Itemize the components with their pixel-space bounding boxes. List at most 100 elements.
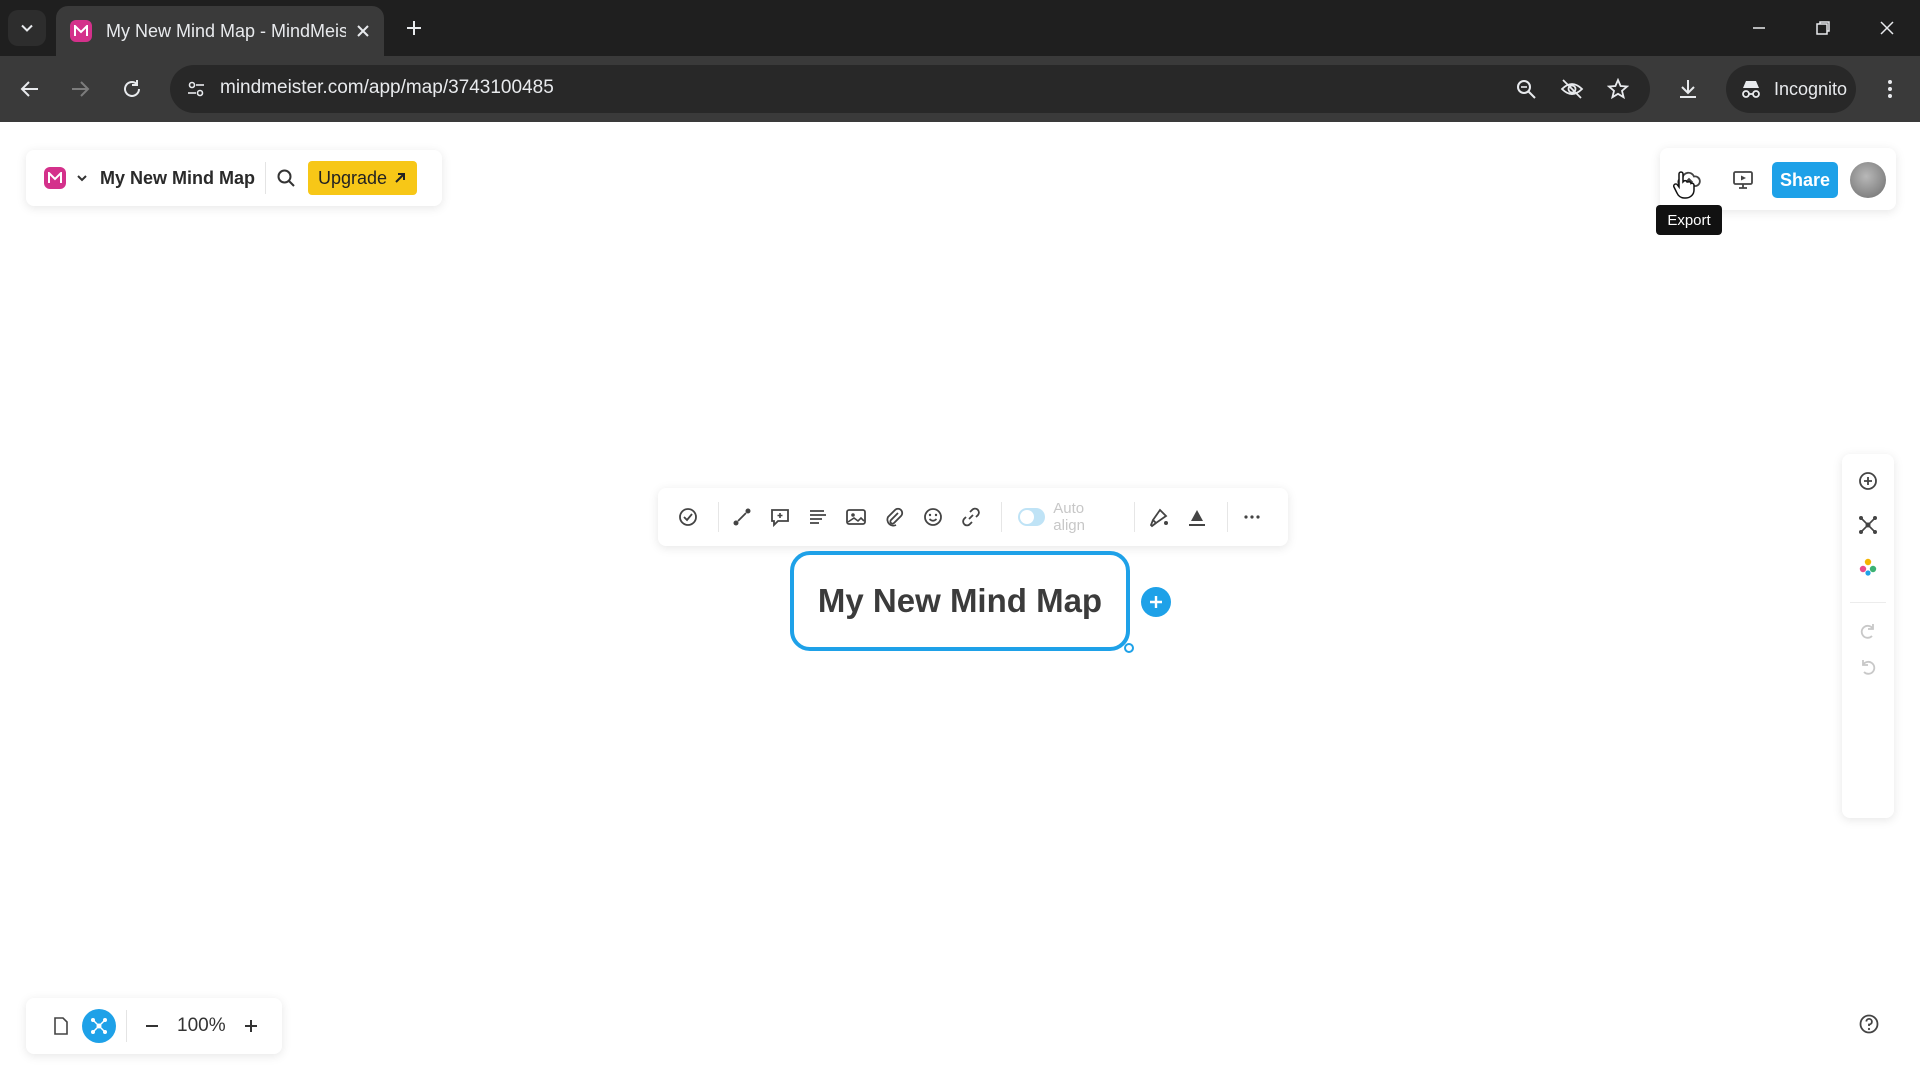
more-options-button[interactable] bbox=[1236, 500, 1267, 534]
undo-button[interactable] bbox=[1853, 652, 1883, 682]
reload-button[interactable] bbox=[116, 73, 148, 105]
connect-button[interactable] bbox=[727, 500, 758, 534]
kebab-menu-icon bbox=[1888, 80, 1892, 98]
export-tooltip: Export bbox=[1656, 205, 1722, 235]
user-avatar[interactable] bbox=[1850, 162, 1886, 198]
outline-view-icon bbox=[54, 1017, 68, 1035]
root-topic-label[interactable]: My New Mind Map bbox=[818, 582, 1102, 620]
incognito-badge[interactable]: Incognito bbox=[1726, 65, 1856, 113]
share-button[interactable]: Share bbox=[1772, 162, 1838, 198]
image-button[interactable] bbox=[841, 500, 872, 534]
link-icon bbox=[961, 507, 980, 527]
browser-menu-button[interactable] bbox=[1874, 73, 1906, 105]
incognito-icon bbox=[1742, 81, 1760, 98]
back-button[interactable] bbox=[14, 73, 46, 105]
arrow-right-icon bbox=[72, 81, 90, 97]
add-topic-icon bbox=[1859, 472, 1877, 490]
help-icon bbox=[1859, 1014, 1879, 1034]
node-toolbar: Auto align bbox=[658, 488, 1288, 546]
auto-align-toggle[interactable] bbox=[1017, 508, 1046, 526]
emoji-button[interactable] bbox=[917, 500, 948, 534]
map-title[interactable]: My New Mind Map bbox=[100, 168, 255, 189]
image-icon bbox=[846, 509, 867, 525]
zoom-out-icon bbox=[146, 1025, 158, 1027]
tab-search-button[interactable] bbox=[8, 10, 46, 46]
forward-button[interactable] bbox=[64, 73, 96, 105]
tab-title: My New Mind Map - MindMeister bbox=[106, 20, 346, 41]
more-icon bbox=[1243, 515, 1260, 519]
undo-icon bbox=[1862, 660, 1876, 675]
node-resize-handle[interactable] bbox=[1124, 643, 1134, 653]
theme-icon bbox=[1859, 558, 1877, 576]
notes-button[interactable] bbox=[803, 500, 834, 534]
star-icon bbox=[1607, 78, 1629, 100]
omnibox[interactable]: mindmeister.com/app/map/3743100485 bbox=[170, 65, 1650, 113]
close-icon bbox=[1880, 21, 1894, 35]
zoom-in-icon bbox=[244, 1020, 257, 1032]
redo-button[interactable] bbox=[1853, 616, 1883, 646]
mindmap-view-icon bbox=[91, 1018, 107, 1034]
text-color-button[interactable] bbox=[1181, 500, 1212, 534]
layout-icon bbox=[1859, 516, 1877, 534]
view-zoom-controls: 100% bbox=[26, 998, 282, 1054]
add-child-topic-button[interactable] bbox=[1141, 587, 1171, 617]
browser-address-bar: mindmeister.com/app/map/3743100485 Incog… bbox=[0, 56, 1920, 122]
mindmap-view-button[interactable] bbox=[82, 1009, 116, 1043]
root-topic-node[interactable]: My New Mind Map bbox=[790, 551, 1130, 651]
toolbar-divider bbox=[1134, 502, 1136, 532]
link-button[interactable] bbox=[955, 500, 986, 534]
style-button[interactable] bbox=[1143, 500, 1174, 534]
panel-divider bbox=[1850, 602, 1886, 603]
present-button[interactable] bbox=[1728, 165, 1758, 195]
minimize-window-button[interactable] bbox=[1742, 12, 1776, 44]
mindmap-canvas[interactable]: My New Mind Map Upgrade Share Export Aut… bbox=[0, 122, 1920, 1077]
attachment-button[interactable] bbox=[879, 500, 910, 534]
browser-tab-active[interactable]: My New Mind Map - MindMeister bbox=[56, 6, 384, 56]
chevron-down-icon bbox=[21, 24, 33, 32]
redo-icon bbox=[1860, 624, 1874, 639]
bookmark-button[interactable] bbox=[1606, 77, 1630, 101]
search-icon[interactable] bbox=[276, 168, 296, 188]
map-header: My New Mind Map Upgrade bbox=[26, 150, 442, 206]
download-icon bbox=[1680, 80, 1696, 98]
comment-icon bbox=[771, 509, 790, 528]
incognito-label: Incognito bbox=[1774, 78, 1848, 99]
chevron-down-icon[interactable] bbox=[76, 172, 88, 184]
zoom-indicator-button[interactable] bbox=[1514, 77, 1538, 101]
add-topic-button[interactable] bbox=[1853, 466, 1883, 496]
restore-window-button[interactable] bbox=[1806, 12, 1840, 44]
toolbar-divider bbox=[718, 502, 719, 532]
help-button[interactable] bbox=[1853, 1008, 1885, 1040]
notes-icon bbox=[810, 510, 827, 524]
zoom-level[interactable]: 100% bbox=[177, 1015, 226, 1037]
upgrade-label: Upgrade bbox=[318, 167, 388, 188]
new-tab-button[interactable] bbox=[398, 12, 430, 44]
theme-button[interactable] bbox=[1853, 552, 1883, 582]
right-tool-panel bbox=[1842, 454, 1894, 818]
zoom-out-button[interactable] bbox=[137, 1011, 167, 1041]
downloads-button[interactable] bbox=[1672, 73, 1704, 105]
task-button[interactable] bbox=[672, 500, 703, 534]
comment-button[interactable] bbox=[765, 500, 796, 534]
site-info-button[interactable] bbox=[180, 73, 212, 105]
mindmeister-favicon-icon bbox=[70, 20, 92, 42]
hand-cursor-icon bbox=[1673, 171, 1695, 199]
connect-icon bbox=[733, 508, 751, 526]
tab-close-button[interactable] bbox=[356, 24, 370, 38]
zoom-in-button[interactable] bbox=[236, 1011, 266, 1041]
text-color-icon bbox=[1188, 510, 1205, 526]
tracking-protection-button[interactable] bbox=[1560, 77, 1584, 101]
outline-view-button[interactable] bbox=[44, 1009, 78, 1043]
minimize-icon bbox=[1753, 27, 1765, 29]
emoji-icon bbox=[923, 508, 942, 526]
attachment-icon bbox=[887, 507, 904, 527]
toolbar-divider bbox=[1227, 502, 1228, 532]
browser-tab-bar: My New Mind Map - MindMeister bbox=[0, 0, 1920, 56]
plus-icon bbox=[1150, 596, 1162, 608]
layout-button[interactable] bbox=[1853, 510, 1883, 540]
close-window-button[interactable] bbox=[1870, 12, 1904, 44]
eye-off-icon bbox=[1560, 79, 1584, 99]
upgrade-button[interactable]: Upgrade bbox=[308, 161, 418, 195]
url-text[interactable]: mindmeister.com/app/map/3743100485 bbox=[220, 77, 554, 99]
mindmeister-logo-icon[interactable] bbox=[44, 167, 66, 189]
